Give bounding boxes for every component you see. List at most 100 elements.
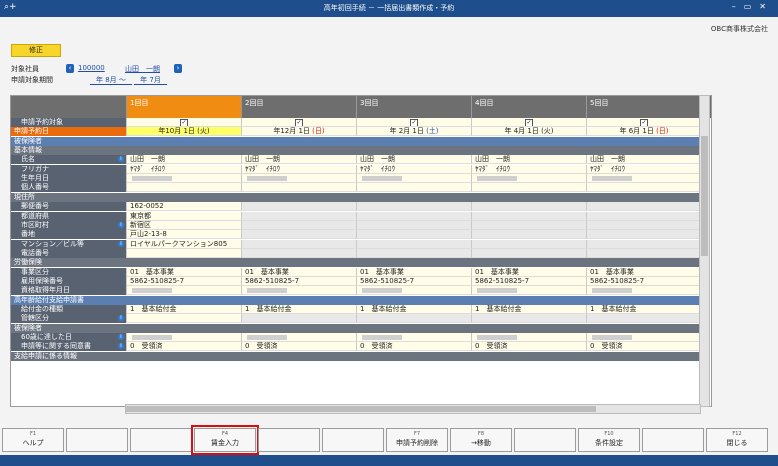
- info-icon[interactable]: i: [118, 334, 124, 341]
- window-controls[interactable]: –▭✕: [732, 2, 774, 11]
- grid-cell[interactable]: 01 基本事業: [126, 267, 241, 277]
- grid-cell[interactable]: 山田 一朗: [471, 155, 586, 165]
- grid-cell[interactable]: 1 基本給付金: [356, 305, 471, 314]
- grid-cell[interactable]: [586, 248, 701, 258]
- grid-cell[interactable]: 0 受領済: [356, 342, 471, 352]
- grid-cell[interactable]: 5862-510825-7: [586, 276, 701, 286]
- grid-cell[interactable]: [241, 239, 356, 249]
- grid-cell[interactable]: [586, 314, 701, 324]
- grid-cell[interactable]: [471, 230, 586, 240]
- grid-cell[interactable]: 東京都: [126, 211, 241, 221]
- reservation-checkbox[interactable]: ✓: [295, 119, 303, 126]
- fkey-empty-button[interactable]: [642, 428, 704, 452]
- grid-cell[interactable]: [471, 183, 586, 193]
- grid-cell[interactable]: [471, 211, 586, 221]
- grid-cell[interactable]: [356, 314, 471, 324]
- grid-cell[interactable]: [471, 314, 586, 324]
- employee-name[interactable]: 山田 一朗: [125, 64, 160, 74]
- grid-cell[interactable]: 山田 一朗: [126, 155, 241, 165]
- period-to[interactable]: 年 7月: [134, 76, 167, 85]
- grid-cell[interactable]: 1 基本給付金: [126, 305, 241, 314]
- grid-cell[interactable]: [586, 174, 701, 184]
- grid-cell[interactable]: [241, 286, 356, 296]
- grid-cell[interactable]: [586, 333, 701, 343]
- fkey-f8-button[interactable]: F8 →移動: [450, 428, 512, 452]
- fkey-f10-button[interactable]: F10 条件設定: [578, 428, 640, 452]
- fkey-f12-button[interactable]: F12 閉じる: [706, 428, 768, 452]
- fkey-empty-button[interactable]: [322, 428, 384, 452]
- info-icon[interactable]: i: [118, 221, 124, 228]
- grid-cell[interactable]: ﾔﾏﾀﾞ ｲﾁﾛｳ: [126, 164, 241, 174]
- column-header[interactable]: 1回目: [126, 96, 242, 118]
- grid-cell[interactable]: ﾔﾏﾀﾞ ｲﾁﾛｳ: [241, 164, 356, 174]
- prev-employee-button[interactable]: ‹: [66, 64, 74, 73]
- grid-cell[interactable]: [356, 230, 471, 240]
- reservation-checkbox[interactable]: ✓: [640, 119, 648, 126]
- grid-cell[interactable]: 5862-510825-7: [471, 276, 586, 286]
- grid-cell[interactable]: [241, 174, 356, 184]
- grid-cell[interactable]: 新宿区: [126, 220, 241, 230]
- grid-cell[interactable]: [586, 183, 701, 193]
- grid-cell[interactable]: [356, 211, 471, 221]
- grid-cell[interactable]: 1 基本給付金: [586, 305, 701, 314]
- grid-cell[interactable]: [586, 230, 701, 240]
- grid-cell[interactable]: [126, 248, 241, 258]
- grid-cell[interactable]: [586, 286, 701, 296]
- grid-cell[interactable]: ✓: [126, 118, 241, 127]
- grid-cell[interactable]: [356, 220, 471, 230]
- grid-cell[interactable]: ✓: [471, 118, 586, 127]
- grid-cell[interactable]: 戸山2-13-8: [126, 230, 241, 240]
- grid-cell[interactable]: 5862-510825-7: [241, 276, 356, 286]
- fkey-empty-button[interactable]: [66, 428, 128, 452]
- grid-cell[interactable]: 年12月 1日 (日): [241, 127, 356, 137]
- grid-cell[interactable]: [471, 333, 586, 343]
- grid-cell[interactable]: 年 6月 1日 (日): [586, 127, 701, 137]
- info-icon[interactable]: i: [118, 240, 124, 247]
- reservation-checkbox[interactable]: ✓: [180, 119, 188, 126]
- column-header[interactable]: 3回目: [356, 96, 472, 118]
- grid-cell[interactable]: 山田 一朗: [586, 155, 701, 165]
- grid-cell[interactable]: 162-0052: [126, 202, 241, 212]
- grid-cell[interactable]: [471, 248, 586, 258]
- grid-cell[interactable]: 0 受領済: [471, 342, 586, 352]
- fkey-f1-button[interactable]: F1 ヘルプ: [2, 428, 64, 452]
- scroll-thumb[interactable]: [126, 406, 596, 412]
- grid-cell[interactable]: 0 受領済: [241, 342, 356, 352]
- grid-cell[interactable]: 01 基本事業: [241, 267, 356, 277]
- grid-cell[interactable]: [471, 202, 586, 212]
- fkey-empty-button[interactable]: [514, 428, 576, 452]
- grid-cell[interactable]: ✓: [586, 118, 701, 127]
- reservation-checkbox[interactable]: ✓: [410, 119, 418, 126]
- grid-cell[interactable]: [241, 211, 356, 221]
- vertical-scrollbar[interactable]: [699, 95, 710, 407]
- grid-cell[interactable]: ✓: [356, 118, 471, 127]
- grid-cell[interactable]: [586, 220, 701, 230]
- grid-cell[interactable]: ﾔﾏﾀﾞ ｲﾁﾛｳ: [471, 164, 586, 174]
- grid-cell[interactable]: [126, 174, 241, 184]
- grid-cell[interactable]: [356, 286, 471, 296]
- grid-cell[interactable]: 年 4月 1日 (火): [471, 127, 586, 137]
- grid-cell[interactable]: [241, 220, 356, 230]
- grid-cell[interactable]: [471, 239, 586, 249]
- period-from[interactable]: 年 8月 ～: [90, 76, 132, 85]
- grid-cell[interactable]: ロイヤルパークマンション805: [126, 239, 241, 249]
- grid-cell[interactable]: 5862-510825-7: [126, 276, 241, 286]
- reservation-checkbox[interactable]: ✓: [525, 119, 533, 126]
- column-header[interactable]: 5回目: [586, 96, 702, 118]
- grid-cell[interactable]: [356, 239, 471, 249]
- fkey-f7-button[interactable]: F7 申請予約削除: [386, 428, 448, 452]
- grid-cell[interactable]: 5862-510825-7: [356, 276, 471, 286]
- grid-cell[interactable]: [586, 211, 701, 221]
- grid-cell[interactable]: 1 基本給付金: [471, 305, 586, 314]
- horizontal-scrollbar[interactable]: [125, 404, 701, 414]
- grid-cell[interactable]: 年10月 1日 (火): [126, 127, 241, 137]
- grid-cell[interactable]: [126, 314, 241, 324]
- grid-cell[interactable]: 年 2月 1日 (土): [356, 127, 471, 137]
- grid-cell[interactable]: 01 基本事業: [356, 267, 471, 277]
- grid-cell[interactable]: 山田 一朗: [241, 155, 356, 165]
- fkey-f4-button[interactable]: F4 賃金入力: [191, 425, 259, 455]
- grid-cell[interactable]: [471, 286, 586, 296]
- employee-code[interactable]: 100000: [78, 64, 105, 72]
- grid-cell[interactable]: [356, 248, 471, 258]
- grid-cell[interactable]: [471, 220, 586, 230]
